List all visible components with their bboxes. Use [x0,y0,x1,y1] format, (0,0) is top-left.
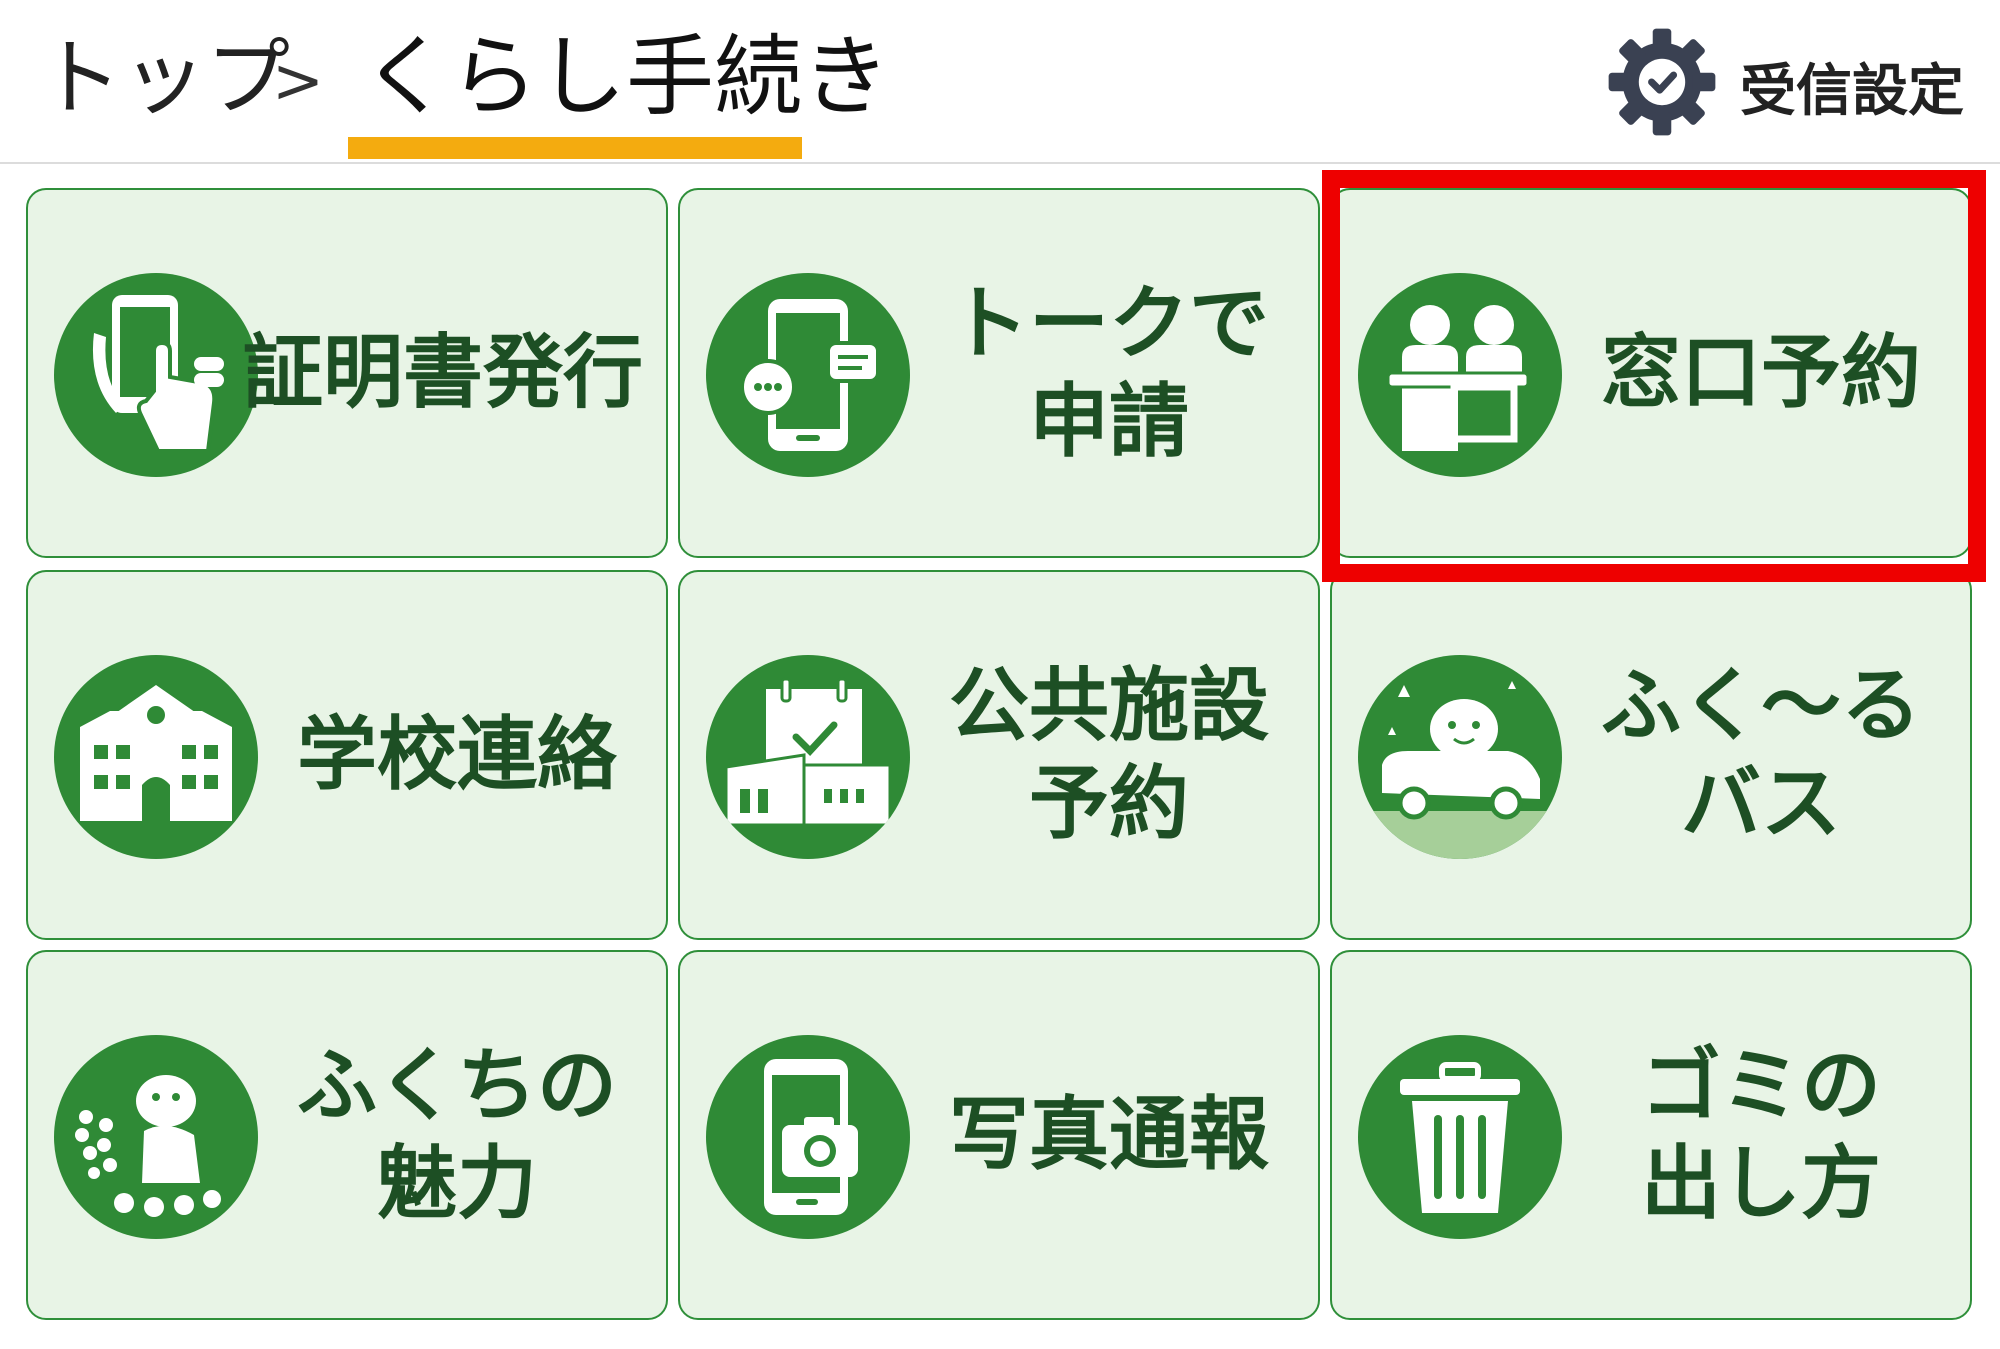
counter-reception-icon [1358,273,1562,477]
tile-garbage-disposal[interactable]: ゴミの 出し方 [1330,950,1972,1320]
tile-label: 証明書発行 [228,190,658,556]
tile-label-line: 窓口予約 [1601,326,1921,419]
mascot-bus-icon [1358,655,1562,859]
active-tab-underline [348,137,802,159]
tile-label: ゴミの 出し方 [1560,952,1962,1318]
gear-check-icon [1608,28,1716,136]
tile-label-line: 魅力 [377,1137,537,1230]
tile-certificate-issuance[interactable]: 証明書発行 [26,188,668,558]
tile-photo-report[interactable]: 写真通報 [678,950,1320,1320]
tile-counter-reservation[interactable]: 窓口予約 [1330,188,1972,558]
tile-fukuru-bus[interactable]: ふく〜る バス [1330,570,1972,940]
breadcrumb-current: くらし手続き [362,25,891,128]
mascot-flowers-icon [54,1035,258,1239]
tile-label-line: 申請 [1029,375,1189,468]
breadcrumb-separator: > [272,44,324,117]
tile-label-line: ゴミの [1641,1039,1881,1132]
tile-label-line: トークで [949,277,1269,370]
tile-label-line: 学校連絡 [297,708,617,801]
tile-label-line: 証明書発行 [243,326,643,419]
tile-facility-reservation[interactable]: 公共施設 予約 [678,570,1320,940]
tile-label: ふくちの 魅力 [256,952,658,1318]
tile-label: 写真通報 [908,952,1310,1318]
tile-fukuchi-attractions[interactable]: ふくちの 魅力 [26,950,668,1320]
camera-phone-icon [706,1035,910,1239]
tile-label: 公共施設 予約 [908,572,1310,938]
facility-calendar-icon [706,655,910,859]
receive-settings-button[interactable]: 受信設定 [1604,22,1984,140]
tile-label: 学校連絡 [256,572,658,938]
breadcrumb-top-link[interactable]: トップ [38,28,290,128]
chat-phone-icon [706,273,910,477]
tile-label: 窓口予約 [1560,190,1962,556]
tile-label-line: 出し方 [1641,1137,1881,1230]
trash-can-icon [1358,1035,1562,1239]
tile-label: ふく〜る バス [1560,572,1962,938]
header-bar: トップ > くらし手続き 受信設定 [0,0,2000,164]
tile-label-line: 公共施設 [949,659,1269,752]
tile-label-line: 写真通報 [949,1088,1269,1181]
school-building-icon [54,655,258,859]
tile-label-line: 予約 [1029,757,1189,850]
tile-label-line: バス [1681,757,1841,850]
tile-label-line: ふくちの [297,1039,617,1132]
tile-label: トークで 申請 [908,190,1310,556]
receive-settings-label: 受信設定 [1740,59,1964,124]
tile-school-contact[interactable]: 学校連絡 [26,570,668,940]
tile-talk-application[interactable]: トークで 申請 [678,188,1320,558]
tile-label-line: ふく〜る [1601,659,1921,752]
